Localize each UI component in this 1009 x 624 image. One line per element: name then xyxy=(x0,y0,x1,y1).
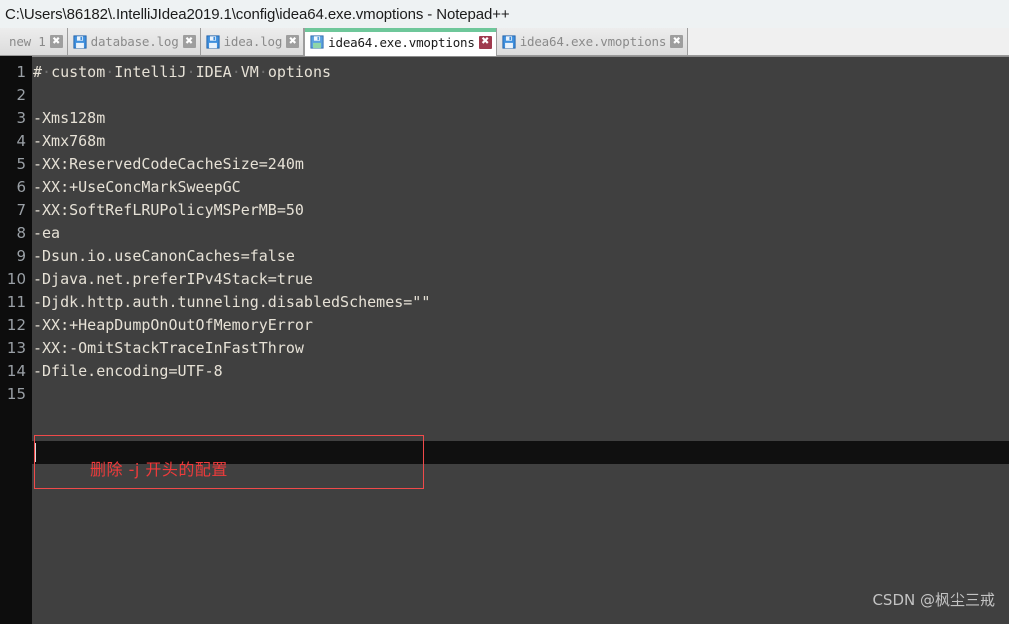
line-number: 12 xyxy=(6,316,26,334)
code-line[interactable]: -XX:+UseConcMarkSweepGC xyxy=(33,176,1009,199)
text-editor[interactable]: 1 2 3 4 5 6 7 8 9 10 11 12 13 14 15 #·custom·IntelliJ·… xyxy=(0,56,1009,624)
code-text: -Xmx768m xyxy=(33,132,106,150)
tab-idea64-exe-vmoptions[interactable]: idea64.exe.vmoptions ✖ xyxy=(496,28,689,55)
line-number: 11 xyxy=(6,293,26,311)
code-text: -Xms128m xyxy=(33,109,106,127)
floppy-disk-icon xyxy=(73,34,87,49)
line-number: 3 xyxy=(16,109,26,127)
line-number: 14 xyxy=(6,362,26,380)
watermark: CSDN @枫尘三戒 xyxy=(872,591,995,609)
code-line[interactable]: -XX:+HeapDumpOnOutOfMemoryError xyxy=(33,314,1009,337)
tab-idea-log[interactable]: idea.log ✖ xyxy=(200,28,305,55)
close-icon[interactable]: ✖ xyxy=(286,35,300,48)
line-number: 1 xyxy=(16,63,26,81)
line-number: 13 xyxy=(6,339,26,357)
tab-label: new 1 xyxy=(9,34,46,49)
annotation-label: 删除 -j 开头的配置 xyxy=(90,460,228,479)
code-text: -XX:ReservedCodeCacheSize=240m xyxy=(33,155,304,173)
code-line[interactable] xyxy=(33,84,1009,107)
line-number: 15 xyxy=(6,385,26,403)
code-content[interactable]: #·custom·IntelliJ·IDEA·VM·options -Xms12… xyxy=(33,61,1009,406)
code-text: IntelliJ xyxy=(114,63,187,81)
close-icon[interactable]: ✖ xyxy=(182,35,196,48)
text-caret xyxy=(35,443,36,462)
code-line[interactable]: -Dsun.io.useCanonCaches=false xyxy=(33,245,1009,268)
code-line[interactable]: -XX:ReservedCodeCacheSize=240m xyxy=(33,153,1009,176)
code-text: VM xyxy=(240,63,259,81)
tab-label: idea.log xyxy=(223,34,283,49)
line-number: 9 xyxy=(16,247,26,265)
active-tab-accent-bar xyxy=(305,28,496,32)
whitespace-dot: · xyxy=(258,63,268,81)
tab-database-log[interactable]: database.log ✖ xyxy=(67,28,201,55)
tab-label: database.log xyxy=(90,34,179,49)
notepadpp-window: C:\Users\86182\.IntelliJIdea2019.1\confi… xyxy=(0,0,1009,624)
code-text: IDEA xyxy=(195,63,232,81)
code-line[interactable]: -XX:SoftRefLRUPolicyMSPerMB=50 xyxy=(33,199,1009,222)
floppy-disk-icon xyxy=(206,34,220,49)
tab-bar[interactable]: new 1 ✖ database.log ✖ idea.log ✖ idea64… xyxy=(0,28,1009,56)
floppy-disk-icon xyxy=(310,35,324,49)
line-number-list: 1 2 3 4 5 6 7 8 9 10 11 12 13 14 15 xyxy=(0,61,32,406)
code-line[interactable]: -Djdk.http.auth.tunneling.disabledScheme… xyxy=(33,291,1009,314)
tab-new-1[interactable]: new 1 ✖ xyxy=(0,28,68,55)
line-number: 7 xyxy=(16,201,26,219)
code-line[interactable]: -Xms128m xyxy=(33,107,1009,130)
code-text: -Djava.net.preferIPv4Stack=true xyxy=(33,270,313,288)
code-line[interactable]: -ea xyxy=(33,222,1009,245)
code-line[interactable]: -XX:-OmitStackTraceInFastThrow xyxy=(33,337,1009,360)
whitespace-dot: · xyxy=(42,63,52,81)
code-text: -XX:-OmitStackTraceInFastThrow xyxy=(33,339,304,357)
title-bar: C:\Users\86182\.IntelliJIdea2019.1\confi… xyxy=(0,0,1009,28)
code-text: # xyxy=(33,63,43,81)
line-number: 5 xyxy=(16,155,26,173)
code-line[interactable] xyxy=(33,383,1009,406)
close-icon[interactable]: ✖ xyxy=(670,35,684,48)
tab-idea64-exe-vmoptions-active[interactable]: idea64.exe.vmoptions ✖ xyxy=(304,28,497,56)
line-number: 4 xyxy=(16,132,26,150)
tab-label: idea64.exe.vmoptions xyxy=(519,34,667,49)
code-text: -XX:SoftRefLRUPolicyMSPerMB=50 xyxy=(33,201,304,219)
line-number: 6 xyxy=(16,178,26,196)
line-number-gutter: 1 2 3 4 5 6 7 8 9 10 11 12 13 14 15 xyxy=(0,56,32,624)
code-text: custom xyxy=(51,63,106,81)
whitespace-dot: · xyxy=(231,63,241,81)
code-text: options xyxy=(267,63,332,81)
code-text: -Djdk.http.auth.tunneling.disabledScheme… xyxy=(33,293,431,311)
code-line[interactable]: -Djava.net.preferIPv4Stack=true xyxy=(33,268,1009,291)
code-line[interactable]: -Xmx768m xyxy=(33,130,1009,153)
close-icon[interactable]: ✖ xyxy=(478,35,492,49)
whitespace-dot: · xyxy=(186,63,196,81)
line-number: 10 xyxy=(6,270,26,288)
code-text: -Dfile.encoding=UTF-8 xyxy=(33,362,223,380)
code-text: -XX:+UseConcMarkSweepGC xyxy=(33,178,241,196)
tab-label: idea64.exe.vmoptions xyxy=(328,34,475,50)
code-line[interactable]: #·custom·IntelliJ·IDEA·VM·options xyxy=(33,61,1009,84)
code-text: -XX:+HeapDumpOnOutOfMemoryError xyxy=(33,316,313,334)
whitespace-dot: · xyxy=(105,63,115,81)
floppy-disk-icon xyxy=(502,34,516,49)
window-title: C:\Users\86182\.IntelliJIdea2019.1\confi… xyxy=(5,5,510,23)
code-line[interactable]: -Dfile.encoding=UTF-8 xyxy=(33,360,1009,383)
line-number: 8 xyxy=(16,224,26,242)
code-text: -ea xyxy=(33,224,61,242)
editor-top-divider xyxy=(0,56,1009,57)
line-number: 2 xyxy=(16,86,26,104)
close-icon[interactable]: ✖ xyxy=(49,35,63,48)
code-text: -Dsun.io.useCanonCaches=false xyxy=(33,247,295,265)
